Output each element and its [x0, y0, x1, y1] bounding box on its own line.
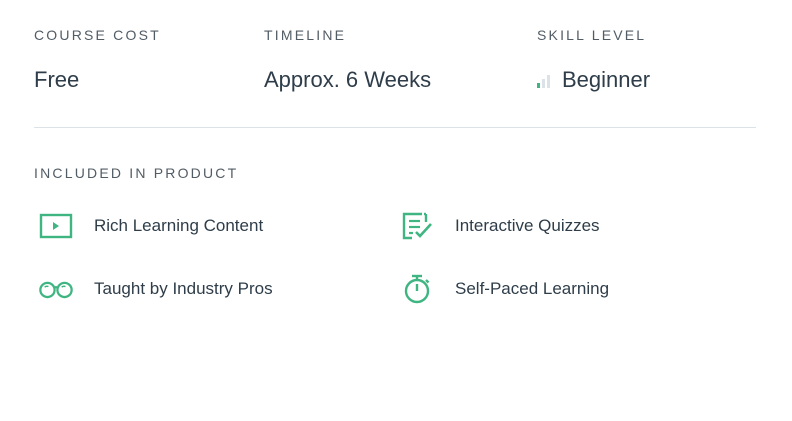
course-cost-value-text: Free — [34, 67, 80, 92]
section-divider — [34, 127, 756, 128]
feature-taught-by-industry-pros: Taught by Industry Pros — [38, 273, 273, 305]
skill-level-stat: SKILL LEVEL Beginner — [537, 26, 650, 94]
skill-level-bar-2 — [542, 79, 545, 88]
course-cost-value: Free — [34, 66, 161, 94]
course-cost-label: COURSE COST — [34, 27, 161, 43]
included-in-product-title: INCLUDED IN PRODUCT — [34, 165, 239, 181]
feature-rich-learning-content: Rich Learning Content — [38, 210, 263, 242]
feature-label: Interactive Quizzes — [455, 216, 600, 235]
course-cost-stat: COURSE COST Free — [34, 26, 161, 94]
timeline-value-text: Approx. 6 Weeks — [264, 67, 432, 92]
skill-level-label: SKILL LEVEL — [537, 27, 647, 43]
timeline-value: Approx. 6 Weeks — [264, 66, 431, 94]
video-play-icon — [38, 210, 74, 242]
timeline-stat: TIMELINE Approx. 6 Weeks — [264, 26, 431, 94]
skill-level-bars-icon — [537, 75, 552, 88]
skill-level-value-text: Beginner — [562, 67, 651, 92]
timeline-label: TIMELINE — [264, 27, 347, 43]
feature-interactive-quizzes: Interactive Quizzes — [399, 210, 600, 242]
feature-label: Taught by Industry Pros — [94, 279, 273, 298]
stopwatch-icon — [399, 273, 435, 305]
quiz-checklist-icon — [399, 210, 435, 242]
skill-level-bar-3 — [547, 75, 550, 88]
glasses-icon — [38, 273, 74, 305]
feature-self-paced-learning: Self-Paced Learning — [399, 273, 609, 305]
feature-label: Self-Paced Learning — [455, 279, 610, 298]
skill-level-value: Beginner — [537, 66, 650, 94]
feature-label: Rich Learning Content — [94, 216, 264, 235]
skill-level-bar-1 — [537, 83, 540, 88]
course-stats: COURSE COST Free TIMELINE Approx. 6 Week… — [34, 26, 756, 96]
